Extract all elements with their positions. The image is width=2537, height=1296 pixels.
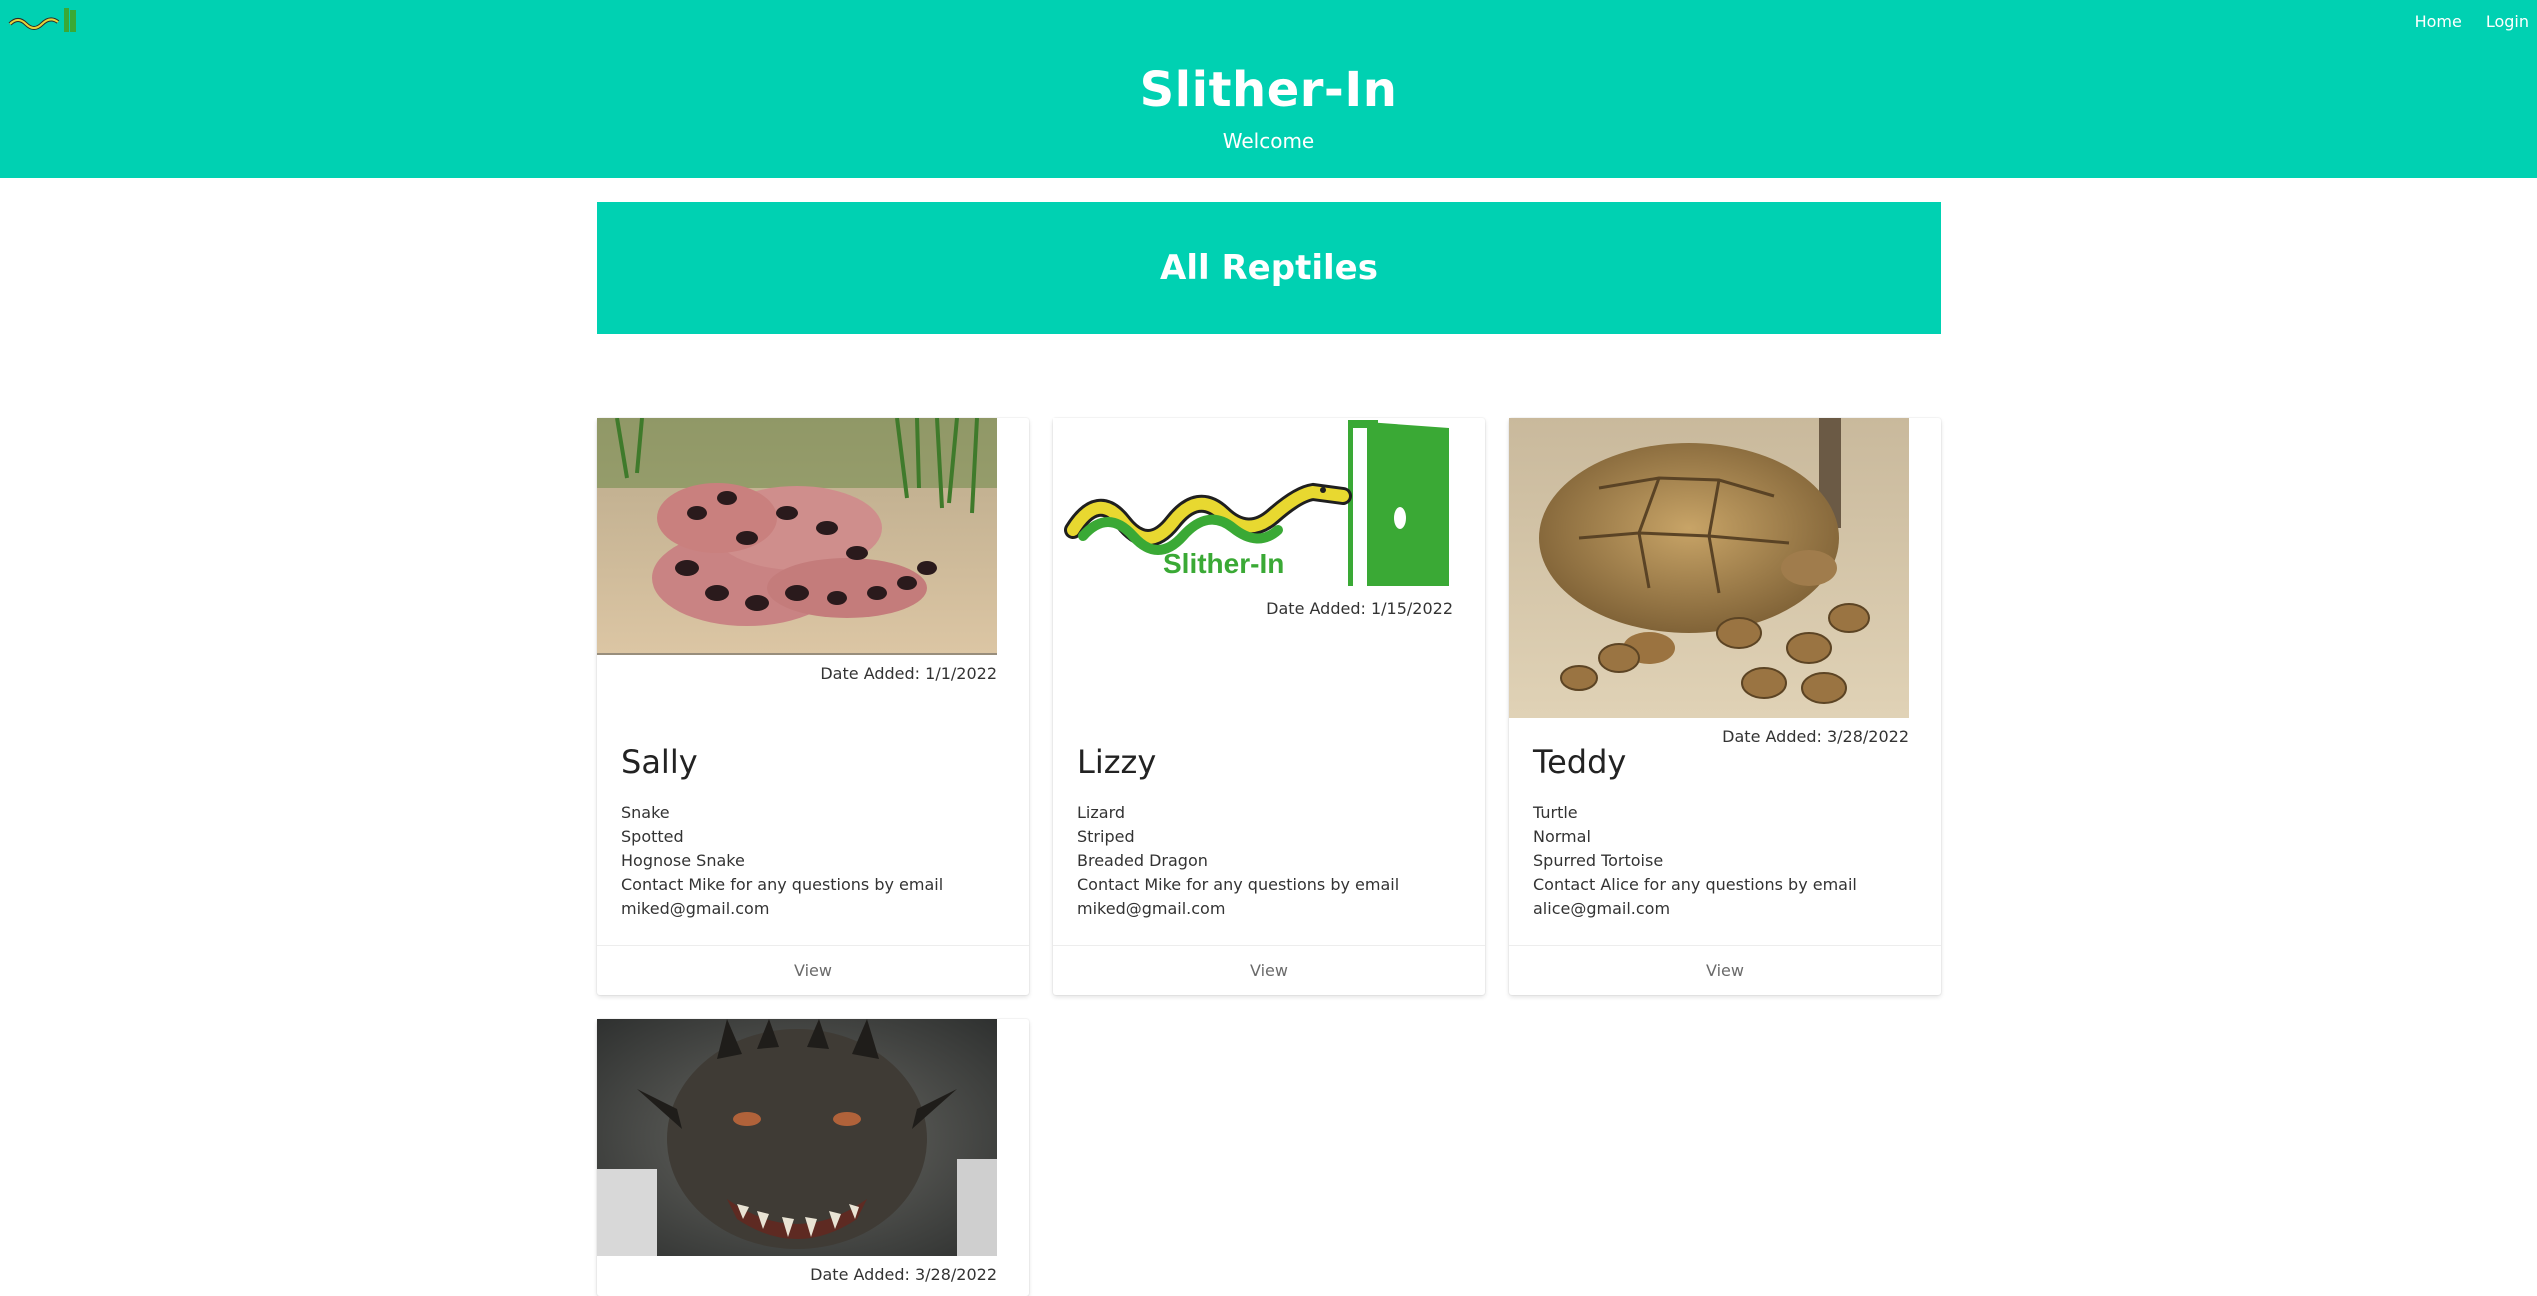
card-email: alice@gmail.com [1533, 899, 1671, 918]
hognose-snake-image [597, 418, 997, 655]
top-nav: Home Login [2415, 12, 2529, 31]
card-image [1509, 418, 1909, 718]
reptile-card: Date Added: 3/28/2022 [597, 1019, 1029, 1296]
logo-text: Slither-In [1163, 548, 1284, 579]
card-contact: Contact Mike for any questions by email [1077, 875, 1400, 894]
slither-in-logo-image: Slither-In [1053, 418, 1453, 590]
card-image [597, 1019, 997, 1256]
card-email: miked@gmail.com [621, 899, 770, 918]
view-button[interactable]: View [597, 945, 1029, 995]
card-pattern: Normal [1533, 827, 1591, 846]
card-details: Snake Spotted Hognose Snake Contact Mike… [621, 801, 943, 921]
card-type: Lizard [1077, 803, 1126, 822]
card-image: Slither-In [1053, 418, 1453, 590]
card-details: Lizard Striped Breaded Dragon Contact Mi… [1077, 801, 1399, 921]
section-heading: All Reptiles [1160, 248, 1378, 288]
card-pattern: Spotted [621, 827, 684, 846]
brand-logo-icon[interactable] [8, 6, 76, 34]
card-name: Teddy [1533, 743, 1627, 781]
card-name: Sally [621, 743, 698, 781]
view-button[interactable]: View [1053, 945, 1485, 995]
nav-login-link[interactable]: Login [2486, 12, 2529, 31]
reptile-card: Date Added: 1/1/2022 Sally Snake Spotted… [597, 418, 1029, 995]
card-name: Lizzy [1077, 743, 1157, 781]
site-title: Slither-In [1139, 62, 1398, 118]
card-species: Spurred Tortoise [1533, 851, 1664, 870]
site-subtitle: Welcome [1222, 129, 1315, 153]
card-species: Hognose Snake [621, 851, 745, 870]
card-species: Breaded Dragon [1077, 851, 1208, 870]
reptile-card: Slither-In Date Added: 1/15/2022 Lizzy L… [1053, 418, 1485, 995]
view-button[interactable]: View [1509, 945, 1941, 995]
dragon-image [597, 1019, 997, 1256]
reptile-card: Date Added: 3/28/2022 Teddy Turtle Norma… [1509, 418, 1941, 995]
site-header: Home Login Slither-In Welcome [0, 0, 2537, 178]
nav-home-link[interactable]: Home [2415, 12, 2462, 31]
card-details: Turtle Normal Spurred Tortoise Contact A… [1533, 801, 1857, 921]
card-type: Turtle [1533, 803, 1578, 822]
card-date-added: Date Added: 3/28/2022 [810, 1265, 997, 1284]
card-image [597, 418, 997, 655]
card-contact: Contact Mike for any questions by email [621, 875, 944, 894]
card-date-added: Date Added: 3/28/2022 [1722, 727, 1909, 746]
card-pattern: Striped [1077, 827, 1135, 846]
section-banner: All Reptiles [597, 202, 1941, 334]
card-contact: Contact Alice for any questions by email [1533, 875, 1857, 894]
tortoise-image [1509, 418, 1909, 718]
card-email: miked@gmail.com [1077, 899, 1226, 918]
card-type: Snake [621, 803, 670, 822]
card-date-added: Date Added: 1/1/2022 [820, 664, 997, 683]
card-date-added: Date Added: 1/15/2022 [1266, 599, 1453, 618]
